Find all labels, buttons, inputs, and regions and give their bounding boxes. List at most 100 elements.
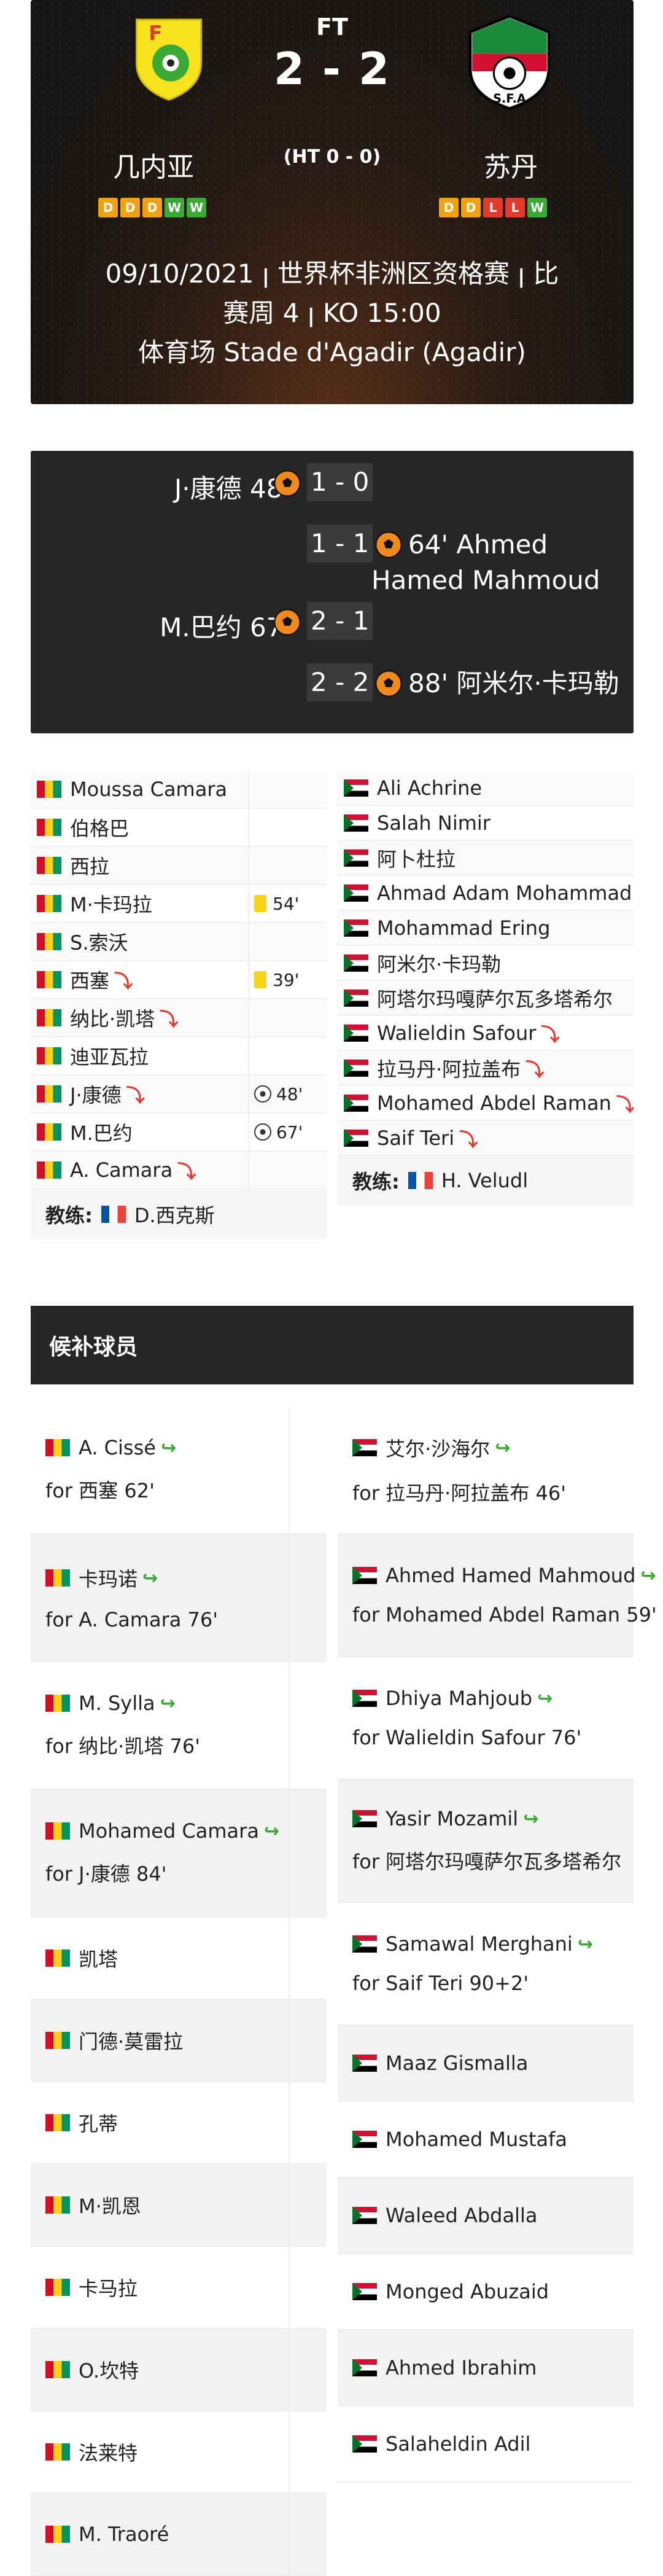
- player-name[interactable]: S.索沃: [70, 927, 128, 956]
- substitute-name[interactable]: O.坎特: [79, 2355, 139, 2384]
- player-name[interactable]: M.巴约: [70, 1118, 133, 1146]
- player-name[interactable]: Moussa Camara: [70, 778, 227, 801]
- player-name[interactable]: Mohammad Ering: [377, 916, 550, 940]
- substitute-card[interactable]: M. Sylla ↪ for 纳比·凯塔 76': [31, 1662, 327, 1790]
- substitute-card[interactable]: Monged Abuzaid: [338, 2254, 634, 2330]
- substitute-name[interactable]: 凯塔: [79, 1944, 118, 1972]
- substitute-name[interactable]: Ahmed Hamed Mahmoud: [386, 1564, 635, 1587]
- lineup-row[interactable]: Moussa Camara: [31, 770, 327, 809]
- lineup-row[interactable]: Mohammad Ering: [338, 911, 634, 946]
- lineup-row[interactable]: Walieldin Safour ⤵: [338, 1016, 634, 1051]
- player-name[interactable]: 西塞: [70, 966, 109, 994]
- substitute-name[interactable]: 法莱特: [79, 2438, 138, 2466]
- substitute-name[interactable]: Mohamed Mustafa: [386, 2128, 567, 2151]
- lineup-row[interactable]: Ahmad Adam Mohammad: [338, 876, 634, 911]
- lineup-row[interactable]: S.索沃: [31, 923, 327, 961]
- substitute-card[interactable]: Maaz Gismalla: [338, 2026, 634, 2102]
- substitute-name[interactable]: M. Traoré: [79, 2523, 169, 2546]
- lineup-row[interactable]: A. Camara ⤵: [31, 1151, 327, 1190]
- player-name[interactable]: Salah Nimir: [377, 811, 490, 835]
- substitute-name[interactable]: 卡玛诺: [79, 1564, 138, 1592]
- lineup-row[interactable]: 阿塔尔玛嘎萨尔瓦多塔希尔: [338, 981, 634, 1016]
- substitute-card[interactable]: 卡马拉: [31, 2247, 327, 2329]
- substitute-card[interactable]: Ahmed Ibrahim: [338, 2330, 634, 2406]
- player-name[interactable]: A. Camara: [70, 1158, 173, 1182]
- substitute-name[interactable]: Yasir Mozamil: [386, 1807, 518, 1830]
- substitute-name[interactable]: A. Cissé: [79, 1436, 156, 1459]
- substitute-card[interactable]: A. Cissé ↪ for 西塞 62': [31, 1407, 327, 1534]
- substitute-card[interactable]: 凯塔: [31, 1918, 327, 2000]
- lineup-row[interactable]: 伯格巴: [31, 808, 327, 847]
- substitute-name[interactable]: Monged Abuzaid: [386, 2280, 549, 2303]
- player-name[interactable]: Ali Achrine: [377, 776, 482, 800]
- player-name[interactable]: 西拉: [70, 851, 109, 880]
- substitute-card[interactable]: M·凯恩: [31, 2164, 327, 2247]
- lineup-row[interactable]: 纳比·凯塔 ⤵: [31, 999, 327, 1037]
- substitute-name[interactable]: Waleed Abdalla: [386, 2204, 537, 2227]
- substitute-card[interactable]: M. Traoré: [31, 2494, 327, 2576]
- substitute-card[interactable]: Salaheldin Adil: [338, 2406, 634, 2483]
- coach-name[interactable]: H. Veludl: [441, 1169, 528, 1192]
- coach-name[interactable]: D.西克斯: [134, 1200, 215, 1228]
- substitute-name[interactable]: Mohamed Camara: [79, 1819, 259, 1843]
- substitute-name[interactable]: Ahmed Ibrahim: [386, 2356, 537, 2379]
- player-name[interactable]: 迪亚瓦拉: [70, 1042, 149, 1070]
- lineup-row[interactable]: 阿米尔·卡玛勒: [338, 946, 634, 981]
- player-name[interactable]: Walieldin Safour: [377, 1021, 536, 1045]
- player-name[interactable]: 纳比·凯塔: [70, 1004, 155, 1032]
- substitute-card[interactable]: Samawal Merghani ↪ for Saif Teri 90+2': [338, 1903, 634, 2026]
- goal-scorer[interactable]: 88' 阿米尔·卡玛勒: [371, 666, 642, 701]
- goal-scorer[interactable]: M.巴约 67': [160, 607, 290, 644]
- substitute-name[interactable]: 卡马拉: [79, 2273, 138, 2301]
- substitute-card[interactable]: Mohamed Mustafa: [338, 2102, 634, 2178]
- substitute-card[interactable]: 门德·莫雷拉: [31, 2000, 327, 2082]
- substitute-name[interactable]: Dhiya Mahjoub: [386, 1687, 532, 1710]
- lineup-row[interactable]: Salah Nimir: [338, 806, 634, 841]
- lineup-row[interactable]: 西塞 ⤵ 39': [31, 961, 327, 999]
- lineup-row[interactable]: Saif Teri ⤵: [338, 1121, 634, 1156]
- substitute-card[interactable]: 法莱特: [31, 2411, 327, 2494]
- lineup-row[interactable]: Ali Achrine: [338, 771, 634, 806]
- lineup-row[interactable]: Mohamed Abdel Raman ⤵: [338, 1086, 634, 1121]
- lineup-row[interactable]: 西拉: [31, 846, 327, 885]
- substitute-name[interactable]: 门德·莫雷拉: [79, 2026, 183, 2055]
- goal-scorer[interactable]: J·康德 48': [174, 468, 290, 505]
- substitute-card[interactable]: Ahmed Hamed Mahmoud ↪ for Mohamed Abdel Ra…: [338, 1534, 657, 1657]
- substitute-card[interactable]: Yasir Mozamil ↪ for 阿塔尔玛嘎萨尔瓦多塔希尔: [338, 1780, 634, 1903]
- substitute-name[interactable]: Maaz Gismalla: [386, 2051, 528, 2075]
- player-name[interactable]: 阿米尔·卡玛勒: [377, 949, 501, 977]
- player-name[interactable]: J·康德: [70, 1080, 122, 1108]
- player-name[interactable]: 拉马丹·阿拉盖布: [377, 1054, 521, 1082]
- player-name[interactable]: Saif Teri: [377, 1126, 454, 1150]
- substitute-name[interactable]: M·凯恩: [79, 2191, 141, 2219]
- substitute-name[interactable]: Samawal Merghani: [386, 1932, 573, 1956]
- lineup-row[interactable]: 迪亚瓦拉: [31, 1037, 327, 1075]
- substitute-name-row: Monged Abuzaid: [352, 2280, 634, 2303]
- substitute-name[interactable]: 孔蒂: [79, 2109, 118, 2137]
- substitute-card[interactable]: 孔蒂: [31, 2082, 327, 2164]
- substitute-name[interactable]: Salaheldin Adil: [386, 2432, 530, 2456]
- substitute-name[interactable]: 艾尔·沙海尔: [386, 1434, 490, 1462]
- player-name[interactable]: 伯格巴: [70, 813, 129, 841]
- away-team-name[interactable]: 苏丹: [431, 145, 591, 184]
- player-name[interactable]: M·卡玛拉: [70, 889, 152, 918]
- lineup-row[interactable]: 阿卜杜拉: [338, 841, 634, 876]
- player-name[interactable]: 阿卜杜拉: [377, 844, 456, 872]
- substitute-name[interactable]: M. Sylla: [79, 1692, 155, 1715]
- goal-scorer[interactable]: 64' Ahmed Hamed Mahmoud: [371, 527, 642, 598]
- player-name[interactable]: Mohamed Abdel Raman: [377, 1091, 611, 1115]
- substitute-card[interactable]: Dhiya Mahjoub ↪ for Walieldin Safour 76': [338, 1657, 634, 1780]
- home-team-name[interactable]: 几内亚: [74, 145, 233, 184]
- player-name[interactable]: 阿塔尔玛嘎萨尔瓦多塔希尔: [377, 984, 613, 1012]
- lineup-row[interactable]: M.巴约 67': [31, 1113, 327, 1152]
- substitute-card[interactable]: 艾尔·沙海尔 ↪ for 拉马丹·阿拉盖布 46': [338, 1407, 634, 1534]
- substitute-card[interactable]: O.坎特: [31, 2329, 327, 2411]
- substitute-card[interactable]: 卡玛诺 ↪ for A. Camara 76': [31, 1534, 327, 1662]
- lineup-row[interactable]: M·卡玛拉 54': [31, 884, 327, 923]
- substitute-card[interactable]: Mohamed Camara ↪ for J·康德 84': [31, 1790, 327, 1918]
- player-name[interactable]: Ahmad Adam Mohammad: [377, 881, 632, 905]
- lineup-row[interactable]: 拉马丹·阿拉盖布 ⤵: [338, 1051, 634, 1086]
- lineup-row[interactable]: J·康德 ⤵ 48': [31, 1075, 327, 1114]
- substitute-card[interactable]: Waleed Abdalla: [338, 2178, 634, 2254]
- player-cell: Saif Teri ⤵: [338, 1125, 634, 1152]
